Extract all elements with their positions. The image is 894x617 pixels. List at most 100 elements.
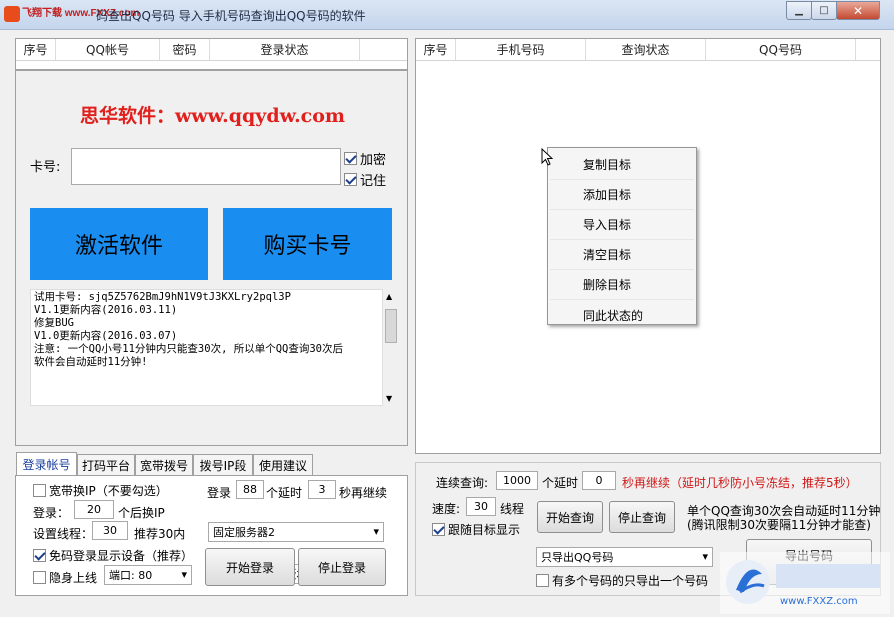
delay-label: 个延时: [266, 486, 303, 500]
follow-target-checkbox[interactable]: 跟随目标显示: [432, 521, 520, 538]
col-login-status[interactable]: 登录状态: [210, 39, 360, 60]
mouse-cursor-icon: [541, 148, 553, 166]
menu-delete-target[interactable]: 删除目标: [550, 270, 694, 300]
minimize-button[interactable]: ▁: [786, 1, 812, 20]
close-icon: ✕: [852, 3, 864, 18]
threads-hint: 推荐30内: [134, 527, 186, 541]
broadband-label: 宽带换IP（不要勾选）: [49, 484, 168, 498]
menu-import-target[interactable]: 导入目标: [550, 210, 694, 240]
speed-threads-label: 线程: [500, 502, 525, 516]
remember-label: 记住: [360, 174, 387, 189]
context-menu: 复制目标 添加目标 导入目标 清空目标 删除目标 同此状态的: [547, 147, 697, 325]
tab-captcha-platform[interactable]: 打码平台: [77, 454, 135, 475]
tab-broadband-dial[interactable]: 宽带拨号: [135, 454, 193, 475]
scroll-down-icon[interactable]: ▼: [386, 394, 392, 403]
window-title: 码查出QQ号码 导入手机号码查询出QQ号码的软件: [96, 9, 366, 23]
app-icon: [4, 6, 20, 22]
menu-clear-target[interactable]: 清空目标: [550, 240, 694, 270]
scroll-up-icon[interactable]: ▲: [386, 292, 392, 301]
log-line: 修复BUG: [34, 317, 74, 329]
card-input[interactable]: [71, 148, 341, 185]
maximize-icon: □: [819, 5, 829, 16]
resume-label: 秒再继续: [339, 486, 388, 500]
multi-check-icon: [536, 574, 549, 587]
threads-input[interactable]: 30: [92, 521, 128, 540]
resume-note: 秒再继续（延时几秒防小号冻结，推荐5秒）: [622, 476, 858, 490]
port-select[interactable]: 端口: 80: [104, 565, 192, 585]
follow-check-icon: [432, 523, 445, 536]
menu-add-target[interactable]: 添加目标: [550, 180, 694, 210]
remember-check-icon: [344, 173, 357, 186]
phone-query-list-header: 序号 手机号码 查询状态 QQ号码: [416, 39, 880, 61]
start-query-button[interactable]: 开始查询: [537, 501, 603, 533]
col-index[interactable]: 序号: [416, 39, 456, 60]
qq-account-list[interactable]: 序号 QQ帐号 密码 登录状态: [15, 38, 408, 70]
watermark-logo-icon: www.FXXZ.com: [720, 552, 890, 614]
continuous-query-label: 连续查询:: [436, 476, 489, 490]
multi-number-checkbox[interactable]: 有多个号码的只导出一个号码: [536, 572, 708, 589]
hidden-login-checkbox[interactable]: 隐身上线: [33, 569, 97, 586]
col-qq[interactable]: QQ帐号: [56, 39, 160, 60]
after-change-ip-label: 个后换IP: [118, 506, 165, 520]
col-query-status[interactable]: 查询状态: [586, 39, 706, 60]
broadband-check-icon: [33, 484, 46, 497]
tab-login-account[interactable]: 登录帐号: [16, 452, 77, 476]
export-type-select[interactable]: 只导出QQ号码: [536, 547, 713, 567]
login2-label: 登录: [207, 486, 232, 500]
activate-button[interactable]: 激活软件: [30, 208, 208, 280]
activation-panel: 思华软件：www.qqydw.com 卡号: 加密 记住 激活软件 购买卡号 试…: [15, 70, 408, 446]
login2-count-input[interactable]: 88: [236, 480, 264, 499]
hidden-login-label: 隐身上线: [49, 571, 98, 585]
menu-same-status[interactable]: 同此状态的: [550, 300, 694, 330]
limit-note-2: (腾讯限制30次要隔11分钟才能查): [687, 518, 871, 532]
brand-title: 思华软件：www.qqydw.com: [79, 105, 346, 127]
menu-copy-target[interactable]: 复制目标: [550, 150, 694, 180]
start-login-button[interactable]: 开始登录: [205, 548, 295, 586]
multi-label: 有多个号码的只导出一个号码: [552, 574, 709, 588]
col-password[interactable]: 密码: [160, 39, 210, 60]
minimize-icon: ▁: [795, 5, 803, 16]
maximize-button[interactable]: □: [811, 1, 837, 20]
card-label: 卡号:: [30, 160, 61, 175]
server-select[interactable]: 固定服务器2: [208, 522, 384, 542]
encrypt-label: 加密: [360, 153, 387, 168]
query-delay-input[interactable]: 0: [582, 471, 616, 490]
col-qq-number[interactable]: QQ号码: [706, 39, 856, 60]
continuous-query-input[interactable]: 1000: [496, 471, 538, 490]
broadband-ip-checkbox[interactable]: 宽带换IP（不要勾选）: [33, 482, 168, 499]
qq-account-list-header: 序号 QQ帐号 密码 登录状态: [16, 39, 407, 61]
speed-label: 速度:: [432, 502, 461, 516]
log-line: 注意: 一个QQ小号11分钟内只能查30次, 所以单个QQ查询30次后: [34, 343, 344, 355]
encrypt-checkbox[interactable]: 加密: [344, 149, 386, 168]
free-login-checkbox[interactable]: 免码登录显示设备（推荐）: [33, 547, 193, 564]
log-line: V1.1更新内容(2016.03.11): [34, 304, 178, 316]
log-line: 软件会自动延时11分钟!: [34, 356, 148, 368]
svg-text:www.FXXZ.com: www.FXXZ.com: [780, 596, 858, 607]
col-phone[interactable]: 手机号码: [456, 39, 586, 60]
login-tab-panel: 宽带换IP（不要勾选） 登录： 20 个后换IP 设置线程： 30 推荐30内 …: [15, 475, 408, 596]
col-index[interactable]: 序号: [16, 39, 56, 60]
login-label: 登录：: [33, 506, 70, 520]
free-login-check-icon: [33, 549, 46, 562]
close-button[interactable]: ✕: [836, 1, 880, 20]
stop-query-button[interactable]: 停止查询: [609, 501, 675, 533]
stop-login-button[interactable]: 停止登录: [298, 548, 386, 586]
delay-input[interactable]: 3: [308, 480, 336, 499]
log-scrollbar[interactable]: ▲ ▼: [382, 289, 399, 406]
threads-label: 设置线程：: [33, 527, 94, 541]
speed-input[interactable]: 30: [466, 497, 496, 516]
scroll-thumb[interactable]: [385, 309, 397, 343]
query-delay-label: 个延时: [542, 476, 579, 490]
follow-label: 跟随目标显示: [448, 523, 521, 537]
free-login-label: 免码登录显示设备（推荐）: [49, 549, 194, 563]
remember-checkbox[interactable]: 记住: [344, 170, 386, 189]
tab-ip-segment[interactable]: 拨号IP段: [193, 454, 253, 475]
buy-card-button[interactable]: 购买卡号: [223, 208, 392, 280]
login-count-input[interactable]: 20: [74, 500, 114, 519]
encrypt-check-icon: [344, 152, 357, 165]
hidden-login-check-icon: [33, 571, 46, 584]
log-line: 试用卡号: sjq5Z5762BmJ9hN1V9tJ3KXLry2pql3P: [34, 291, 291, 303]
log-line: V1.0更新内容(2016.03.07): [34, 330, 178, 342]
tab-usage-advice[interactable]: 使用建议: [253, 454, 313, 475]
info-log[interactable]: 试用卡号: sjq5Z5762BmJ9hN1V9tJ3KXLry2pql3P V…: [30, 289, 399, 406]
